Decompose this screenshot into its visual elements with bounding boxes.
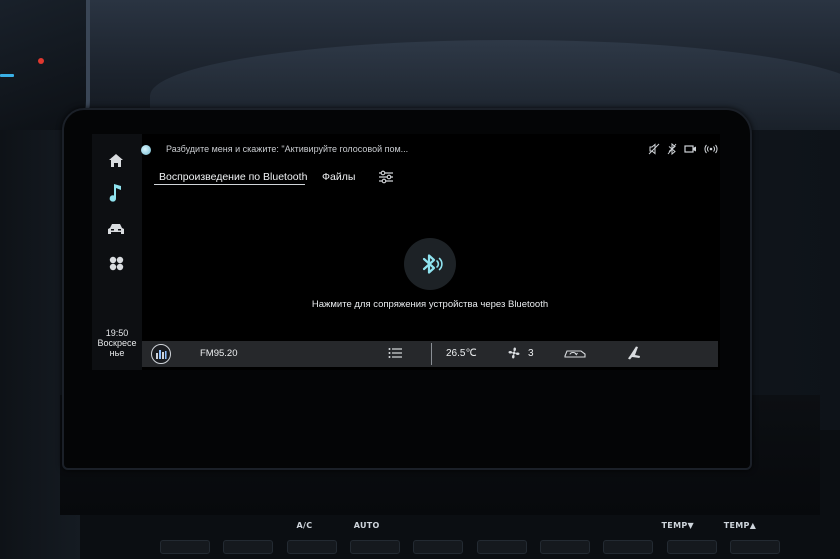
fan-speed-label[interactable]: 3	[528, 348, 534, 359]
indicator-led	[0, 74, 14, 77]
voice-hint-text: Разбудите меня и скажите: "Активируйте г…	[166, 144, 409, 154]
bar-divider	[431, 343, 432, 365]
temp-up-label: TEMP▲	[723, 520, 757, 530]
status-bar	[648, 142, 718, 156]
seat-heating-icon[interactable]	[626, 345, 642, 361]
music-note-icon[interactable]	[106, 182, 126, 202]
playlist-icon[interactable]	[388, 347, 402, 359]
auto-label: AUTO	[353, 520, 380, 530]
home-icon[interactable]	[106, 150, 126, 170]
radio-logo-icon[interactable]	[151, 344, 171, 364]
temperature-label[interactable]: 26.5℃	[446, 348, 477, 359]
camera-icon	[684, 144, 697, 154]
sidebar: 19:50 Воскресе нье	[92, 134, 142, 370]
tab-bluetooth-playback[interactable]: Воспроизведение по Bluetooth	[159, 171, 307, 185]
clock-day: Воскресе	[97, 338, 137, 348]
clock-time: 19:50	[105, 328, 129, 338]
bluetooth-pair-prompt[interactable]: Нажмите для сопряжения устройства через …	[230, 299, 630, 310]
air-recirculation-icon[interactable]	[563, 347, 587, 359]
fan-icon[interactable]	[507, 346, 521, 360]
warning-led	[38, 58, 44, 64]
hotspot-icon	[704, 144, 718, 154]
bluetooth-icon	[415, 249, 445, 279]
active-tab-indicator	[154, 184, 305, 185]
clock-day-cont: нье	[109, 348, 125, 358]
apps-grid-icon[interactable]	[106, 253, 126, 273]
voice-assistant-icon[interactable]	[141, 145, 151, 155]
temp-down-label: TEMP▼	[661, 520, 694, 530]
hvac-physical-buttons[interactable]	[160, 540, 780, 559]
ac-label: A/C	[296, 520, 313, 530]
car-icon[interactable]	[106, 219, 126, 239]
equalizer-settings-icon[interactable]	[378, 170, 394, 184]
mute-icon	[648, 143, 660, 155]
tab-files[interactable]: Файлы	[322, 171, 355, 185]
bluetooth-pair-button[interactable]	[404, 238, 456, 290]
bluetooth-off-icon	[667, 143, 677, 155]
hvac-labels: A/C AUTO TEMP▼ TEMP▲	[150, 512, 770, 538]
radio-station-label[interactable]: FM95.20	[200, 348, 238, 359]
clock: 19:50 Воскресе нье	[92, 328, 142, 358]
